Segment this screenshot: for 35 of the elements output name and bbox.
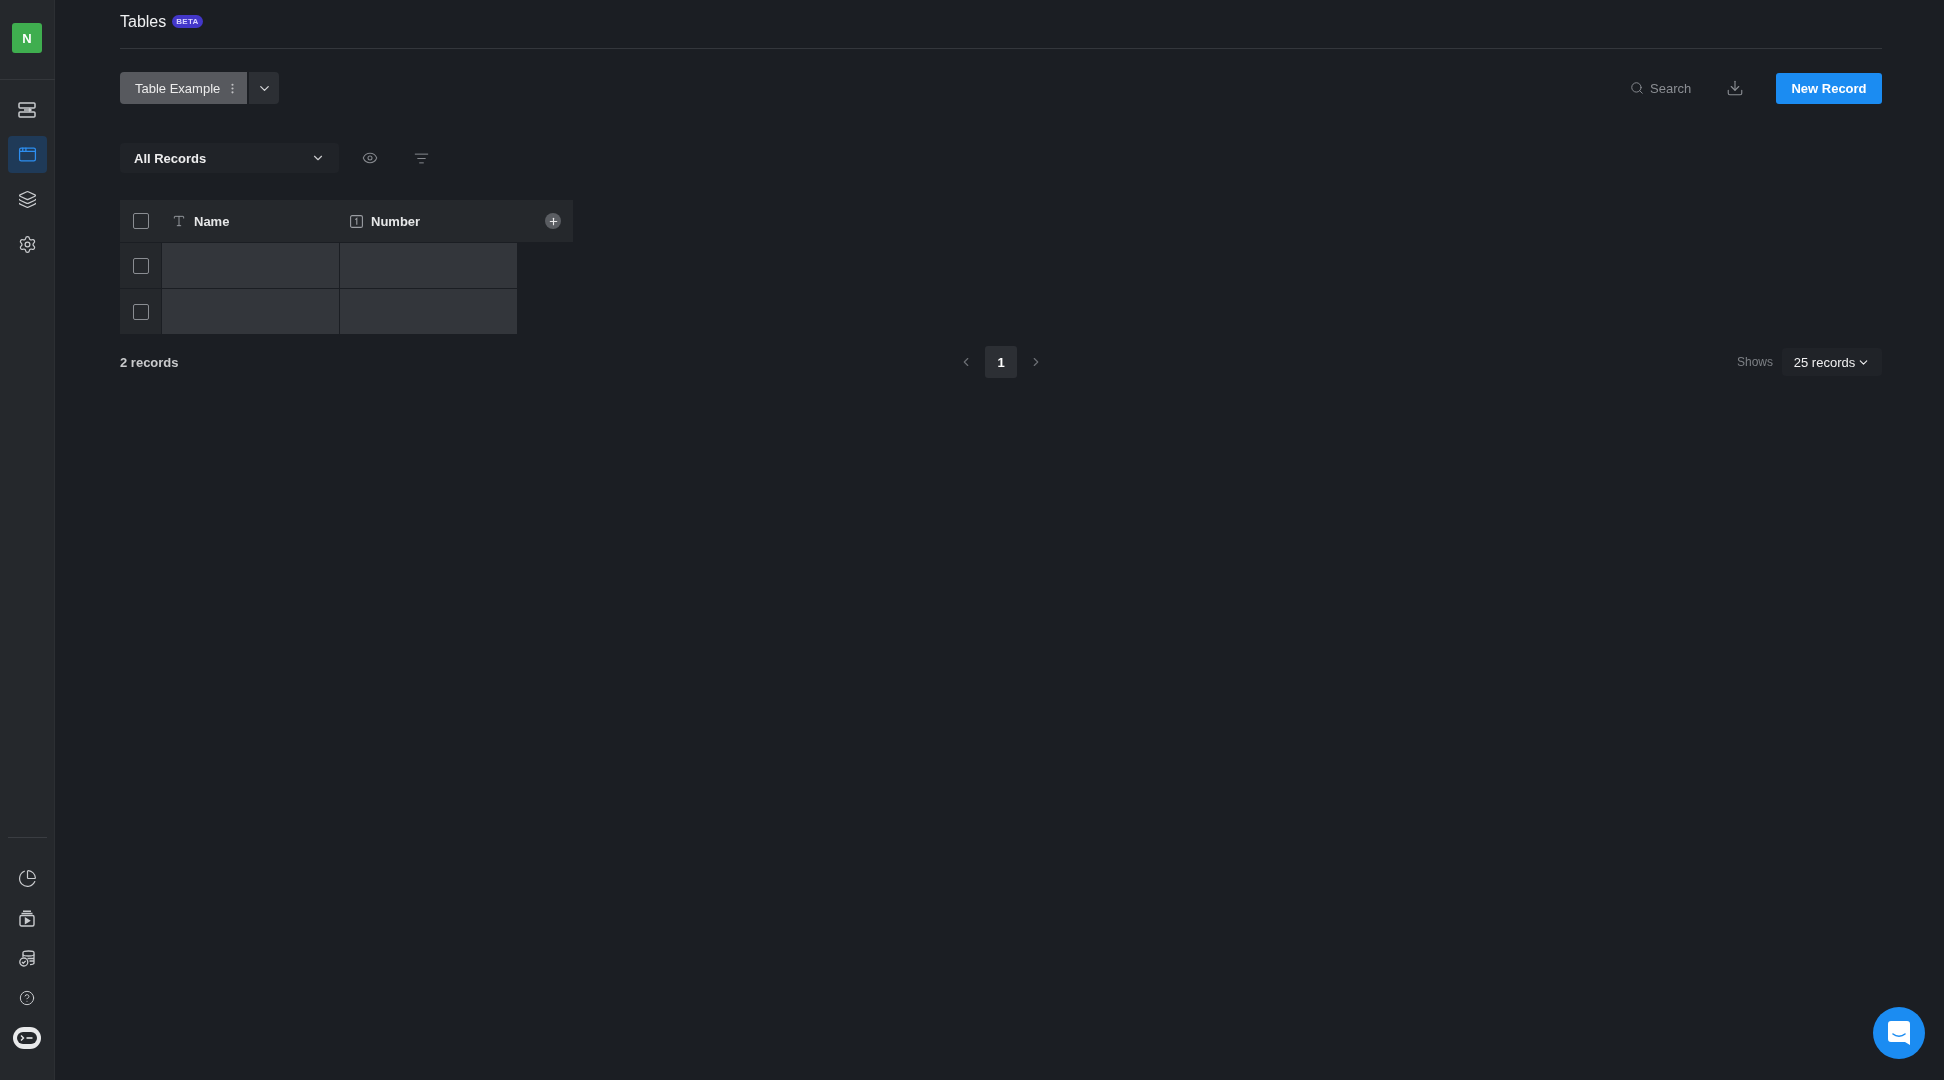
plus-icon — [547, 215, 559, 227]
column-title: Name — [194, 213, 230, 229]
number-box-icon — [350, 214, 363, 228]
search-icon — [1630, 81, 1644, 95]
page-button[interactable]: 1 — [985, 346, 1017, 378]
record-count: 2 records — [120, 354, 179, 370]
chat-button[interactable] — [1873, 1007, 1925, 1059]
download-button[interactable] — [1726, 79, 1744, 97]
play-stack-icon — [19, 909, 35, 927]
pie-chart-icon — [17, 868, 37, 888]
table-tab[interactable]: Table Example — [120, 72, 248, 104]
text-type-icon — [172, 214, 186, 228]
add-column-button[interactable] — [545, 213, 561, 229]
sidebar-button[interactable] — [7, 136, 47, 173]
filter-icon — [413, 150, 429, 166]
layers-icon — [17, 190, 37, 209]
view-dropdown[interactable]: All Records — [120, 143, 339, 173]
eye-icon — [362, 150, 378, 166]
stacked-panels-icon — [18, 101, 36, 118]
terminal-pill-icon — [13, 1027, 41, 1049]
beta-badge: BETA — [172, 15, 203, 28]
database-check-icon — [19, 949, 35, 967]
row-checkbox[interactable] — [132, 257, 149, 274]
select-all-checkbox[interactable] — [132, 213, 149, 229]
settings-icon — [17, 235, 37, 254]
download-icon — [1726, 79, 1744, 97]
page-size-dropdown[interactable]: 25 records — [1782, 348, 1882, 376]
app-window-icon — [17, 145, 37, 164]
help-icon — [19, 990, 35, 1006]
page-title: Tables — [120, 12, 167, 31]
search-field[interactable]: Search — [1650, 78, 1696, 98]
row-checkbox[interactable] — [132, 303, 149, 320]
page-size-label: Shows — [1736, 355, 1773, 369]
chat-bubble-icon — [1888, 1021, 1910, 1045]
column-title: Number — [371, 213, 421, 229]
